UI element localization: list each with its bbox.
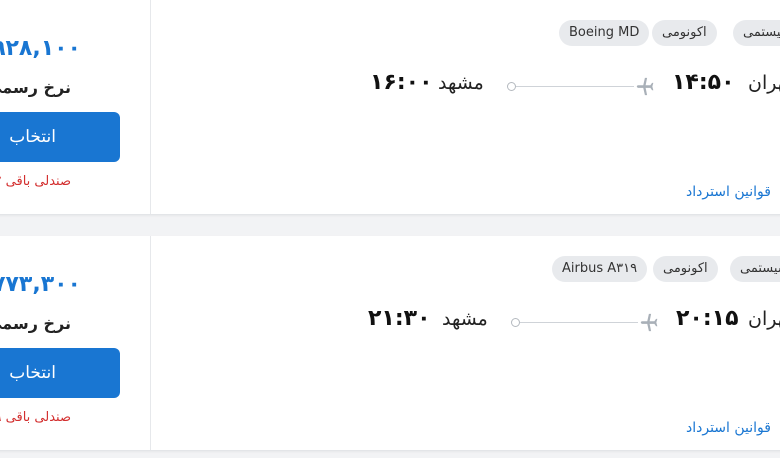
refund-rules-link[interactable]: قوانین استرداد	[686, 184, 771, 200]
arrival-time: ۲۱:۳۰	[368, 306, 431, 331]
route-line	[520, 322, 638, 323]
flight-card: ۹۲۸,۱۰۰ نرخ رسمی انتخاب ۲ صندلی باقی سیس…	[0, 0, 780, 215]
airplane-icon	[636, 77, 654, 96]
seats-remaining: ۲ صندلی باقی	[0, 174, 71, 189]
airplane-icon	[640, 313, 658, 332]
fare-type-label: نرخ رسمی	[0, 314, 71, 333]
arrival-city: مشهد	[438, 72, 484, 94]
route-endpoint	[507, 82, 516, 91]
tag-aircraft: Airbus A۳۱۹	[552, 256, 648, 282]
flight-price: ۹۲۸,۱۰۰	[0, 36, 81, 61]
tag-cabin-class: اکونومی	[652, 20, 717, 46]
route-line	[516, 86, 634, 87]
refund-rules-link[interactable]: قوانین استرداد	[686, 420, 771, 436]
departure-time: ۱۴:۵۰	[672, 70, 735, 95]
flight-price: ۷۷۳,۳۰۰	[0, 272, 81, 297]
departure-time: ۲۰:۱۵	[676, 306, 739, 331]
select-flight-button[interactable]: انتخاب	[0, 112, 120, 162]
route-endpoint	[511, 318, 520, 327]
tag-system-flight: سیستمی	[730, 256, 780, 282]
tag-system-flight: سیستمی	[733, 20, 780, 46]
card-divider	[150, 236, 151, 450]
tag-cabin-class: اکونومی	[653, 256, 718, 282]
card-divider	[150, 0, 151, 214]
tag-aircraft: Boeing MD	[559, 20, 650, 46]
flight-card: ۷۷۳,۳۰۰ نرخ رسمی انتخاب ۹ صندلی باقی سیس…	[0, 236, 780, 451]
seats-remaining: ۹ صندلی باقی	[0, 410, 71, 425]
fare-type-label: نرخ رسمی	[0, 78, 71, 97]
departure-city: تهران	[748, 72, 780, 94]
arrival-time: ۱۶:۰۰	[370, 70, 433, 95]
select-flight-button[interactable]: انتخاب	[0, 348, 120, 398]
departure-city: تهران	[748, 308, 780, 330]
arrival-city: مشهد	[442, 308, 488, 330]
